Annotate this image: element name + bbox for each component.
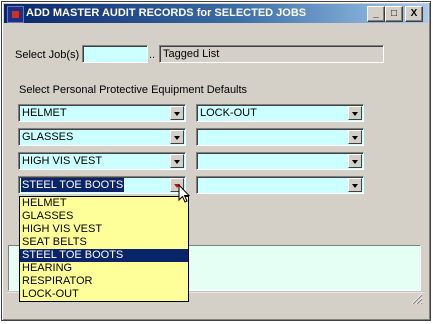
ppe-right-select-1[interactable]: LOCK-OUT (196, 104, 364, 122)
ppe-section-label: Select Personal Protective Equipment Def… (19, 84, 248, 96)
ppe-right-select-3[interactable] (196, 152, 364, 170)
ppe-left-value-1: HELMET (22, 107, 67, 119)
dropdown-option-glasses[interactable]: GLASSES (20, 210, 188, 223)
ppe-left-value-4: STEEL TOE BOOTS (21, 178, 125, 192)
chevron-down-icon[interactable] (348, 106, 362, 120)
dropdown-option-respirator[interactable]: RESPIRATOR (20, 275, 188, 288)
chevron-down-icon[interactable] (170, 106, 184, 120)
size-grip-icon[interactable] (411, 293, 423, 305)
dropdown-option-helmet[interactable]: HELMET (20, 197, 188, 210)
title-bar[interactable]: ADD MASTER AUDIT RECORDS for SELECTED JO… (4, 4, 428, 23)
ppe-right-value-1: LOCK-OUT (200, 107, 257, 119)
minimize-button[interactable]: _ (367, 6, 385, 22)
dropdown-option-lock-out[interactable]: LOCK-OUT (20, 288, 188, 301)
ppe-left-select-4[interactable]: STEEL TOE BOOTS (18, 176, 186, 194)
select-jobs-input[interactable] (82, 45, 148, 63)
ppe-left-value-3: HIGH VIS VEST (22, 155, 103, 167)
tagged-list-box: Tagged List (159, 45, 384, 63)
dropdown-option-steel-toe-boots[interactable]: STEEL TOE BOOTS (20, 249, 188, 262)
chevron-down-icon[interactable] (348, 130, 362, 144)
ppe-left-value-2: GLASSES (22, 131, 74, 143)
chevron-down-icon[interactable] (170, 154, 184, 168)
browse-jobs-button[interactable]: .. (149, 49, 155, 61)
maximize-button[interactable]: □ (385, 6, 403, 22)
dropdown-option-hearing[interactable]: HEARING (20, 262, 188, 275)
app-icon (7, 6, 24, 23)
dropdown-option-high-vis-vest[interactable]: HIGH VIS VEST (20, 223, 188, 236)
chevron-down-icon[interactable] (348, 178, 362, 192)
ppe-left-select-2[interactable]: GLASSES (18, 128, 186, 146)
close-button[interactable]: X (405, 6, 423, 22)
ppe-right-select-2[interactable] (196, 128, 364, 146)
select-jobs-label: Select Job(s) (15, 49, 80, 61)
tagged-list-label: Tagged List (163, 48, 220, 60)
dialog-window: ADD MASTER AUDIT RECORDS for SELECTED JO… (1, 1, 431, 321)
ppe-left-select-3[interactable]: HIGH VIS VEST (18, 152, 186, 170)
ppe-left-select-1[interactable]: HELMET (18, 104, 186, 122)
ppe-dropdown-list[interactable]: HELMET GLASSES HIGH VIS VEST SEAT BELTS … (19, 196, 189, 302)
chevron-down-icon[interactable] (170, 130, 184, 144)
ppe-right-select-4[interactable] (196, 176, 364, 194)
mouse-pointer-icon (178, 184, 190, 203)
dropdown-option-seat-belts[interactable]: SEAT BELTS (20, 236, 188, 249)
window-title: ADD MASTER AUDIT RECORDS for SELECTED JO… (26, 7, 307, 19)
chevron-down-icon[interactable] (348, 154, 362, 168)
